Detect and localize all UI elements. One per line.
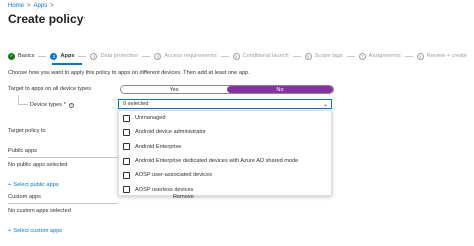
check-icon: ✓ (8, 52, 15, 60)
step-access-requirements[interactable]: 4 Access requirements (154, 52, 217, 60)
step-label: Assignments (368, 53, 401, 59)
select-public-apps-link[interactable]: + Select public apps (8, 182, 59, 188)
select-custom-apps-link[interactable]: + Select custom apps (8, 228, 62, 234)
option-label: Android Enterprise (135, 143, 182, 150)
step-scope-tags[interactable]: 6 Scope tags (304, 52, 343, 60)
breadcrumb-separator: > (50, 3, 54, 9)
active-step-indicator (52, 63, 82, 65)
checkbox[interactable] (123, 143, 130, 151)
public-apps-header: Public apps (8, 148, 37, 154)
step-divider (292, 55, 301, 57)
dropdown-option-android-enterprise[interactable]: Android Enterprise (119, 140, 331, 154)
step-number: 6 (304, 52, 312, 60)
device-types-select[interactable]: 0 selected ⌄ (118, 99, 332, 109)
step-number: 2 (50, 52, 58, 60)
custom-apps-empty: No custom apps selected (8, 208, 71, 214)
step-divider (404, 55, 413, 57)
step-review-create[interactable]: 8 Review + create (416, 52, 467, 60)
step-divider (346, 55, 355, 57)
device-types-value: 0 selected (123, 101, 149, 107)
step-label: Review + create (426, 53, 467, 59)
step-label: Basics (18, 53, 35, 59)
step-assignments[interactable]: 7 Assignments (358, 52, 401, 60)
option-label: AOSP user-associated devices (135, 172, 213, 179)
breadcrumb: Home > Apps > (8, 3, 54, 9)
instructions-text: Choose how you want to apply this policy… (8, 70, 250, 76)
chevron-down-icon: ⌄ (322, 102, 328, 108)
public-apps-empty: No public apps selected (8, 162, 68, 168)
target-all-label: Target to apps on all device types (8, 86, 92, 92)
toggle-yes[interactable]: Yes (121, 86, 227, 93)
step-divider (78, 55, 87, 57)
dropdown-option-android-device-admin[interactable]: Android device administrator (119, 125, 331, 139)
option-label: Unmanaged (135, 115, 166, 122)
select-custom-apps-label: Select custom apps (13, 228, 63, 234)
step-number: 4 (154, 52, 162, 60)
step-number: 5 (232, 52, 240, 60)
plus-icon: + (8, 182, 12, 188)
step-number: 7 (358, 52, 366, 60)
step-divider (142, 55, 151, 57)
target-policy-label: Target policy to (8, 128, 46, 134)
option-label: AOSP userless devices (135, 186, 194, 193)
dropdown-option-unmanaged[interactable]: Unmanaged (119, 111, 331, 125)
step-label: Apps (60, 53, 75, 59)
step-divider (220, 55, 229, 57)
breadcrumb-separator: > (27, 3, 31, 9)
breadcrumb-apps[interactable]: Apps (34, 3, 48, 9)
step-data-protection[interactable]: 3 Data protection (90, 52, 139, 60)
divider (8, 203, 118, 204)
step-apps[interactable]: 2 Apps (50, 52, 75, 60)
option-label: Android Enterprise dedicated devices wit… (135, 158, 299, 165)
checkbox[interactable] (123, 114, 130, 122)
option-label: Android device administrator (135, 129, 206, 136)
checkbox[interactable] (123, 157, 130, 165)
divider (8, 157, 118, 158)
dropdown-option-android-enterprise-dedicated[interactable]: Android Enterprise dedicated devices wit… (119, 154, 331, 168)
page-title: Create policy (8, 12, 84, 26)
step-basics[interactable]: ✓ Basics (8, 52, 35, 60)
custom-apps-header: Custom apps (8, 194, 41, 200)
step-divider (38, 55, 47, 57)
breadcrumb-home[interactable]: Home (8, 3, 24, 9)
toggle-no[interactable]: No (227, 86, 333, 93)
step-label: Data protection (100, 53, 139, 59)
wizard-steps: ✓ Basics 2 Apps 3 Data protection 4 Access r… (8, 50, 474, 62)
step-label: Access requirements (164, 53, 217, 59)
select-public-apps-label: Select public apps (13, 182, 59, 188)
step-number: 8 (416, 52, 424, 60)
checkbox[interactable] (123, 186, 130, 194)
remove-column-header: Remove (173, 194, 194, 200)
step-label: Conditional launch (242, 53, 289, 59)
target-all-toggle[interactable]: Yes No (120, 85, 334, 94)
more-options-icon[interactable]: ··· (77, 12, 86, 22)
device-types-dropdown: Unmanaged Android device administrator A… (118, 110, 332, 196)
step-label: Scope tags (314, 53, 343, 59)
device-types-label-text: Device types * (30, 102, 66, 108)
dropdown-option-aosp-userless[interactable]: AOSP userless devices (119, 182, 331, 196)
step-number: 3 (90, 52, 98, 60)
checkbox[interactable] (123, 128, 130, 136)
info-icon[interactable]: i (68, 102, 74, 108)
device-types-label: Device types * i (30, 102, 74, 108)
step-conditional-launch[interactable]: 5 Conditional launch (232, 52, 289, 60)
tree-connector (18, 95, 28, 105)
checkbox[interactable] (123, 171, 130, 179)
dropdown-option-aosp-user-associated[interactable]: AOSP user-associated devices (119, 168, 331, 182)
plus-icon: + (8, 228, 12, 234)
